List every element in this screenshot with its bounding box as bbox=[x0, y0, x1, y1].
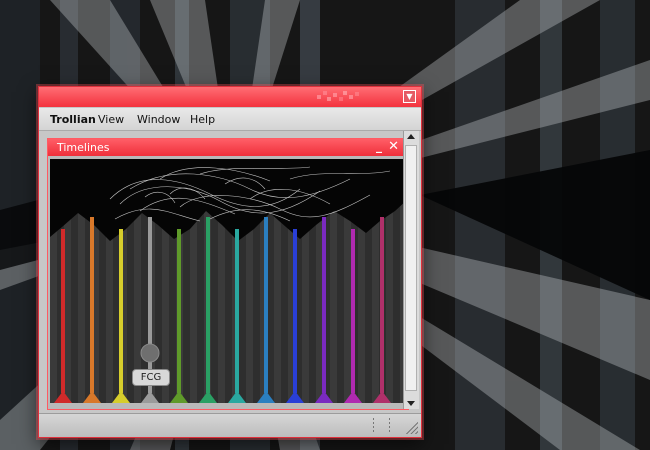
menu-window[interactable]: Window bbox=[137, 113, 180, 126]
status-bar bbox=[39, 413, 421, 437]
timeline-graphic bbox=[50, 159, 408, 403]
timeline-line bbox=[322, 217, 326, 393]
scroll-thumb[interactable] bbox=[405, 145, 417, 391]
menu-help[interactable]: Help bbox=[190, 113, 215, 126]
timeline-line bbox=[351, 229, 355, 393]
timeline-knob bbox=[140, 343, 160, 363]
timeline-line bbox=[235, 229, 239, 393]
titlebar-pixel-pattern bbox=[317, 91, 359, 101]
vertical-scrollbar[interactable] bbox=[403, 131, 419, 409]
timeline-line bbox=[264, 217, 268, 393]
scroll-up-icon[interactable] bbox=[407, 134, 415, 139]
menu-trollian[interactable]: Trollian bbox=[50, 113, 96, 126]
chevron-down-icon: ▼ bbox=[406, 92, 413, 101]
timeline-line bbox=[119, 229, 123, 393]
timeline-line bbox=[380, 217, 384, 393]
window-menu-button[interactable]: ▼ bbox=[403, 90, 416, 103]
resize-grip-icon[interactable] bbox=[406, 422, 418, 434]
timeline-line bbox=[293, 229, 297, 393]
status-separator bbox=[373, 418, 374, 432]
status-separator bbox=[389, 418, 390, 432]
timeline-line bbox=[61, 229, 65, 393]
window-titlebar[interactable]: ▼ bbox=[39, 87, 421, 107]
trollian-window: ▼ Trollian View Window Help Timelines _ … bbox=[38, 86, 422, 438]
timeline-view[interactable]: FCG bbox=[50, 159, 408, 403]
timeline-line bbox=[206, 217, 210, 393]
timeline-line bbox=[148, 217, 152, 393]
scroll-down-icon[interactable] bbox=[407, 401, 415, 406]
panel-title: Timelines bbox=[57, 141, 110, 154]
panel-titlebar[interactable]: Timelines _ ✕ bbox=[48, 139, 408, 156]
menubar: Trollian View Window Help bbox=[39, 108, 421, 131]
minimize-icon[interactable]: _ bbox=[376, 139, 382, 153]
menu-view[interactable]: View bbox=[98, 113, 124, 126]
timeline-line bbox=[177, 229, 181, 393]
selected-timeline-label[interactable]: FCG bbox=[132, 369, 170, 386]
timelines-panel: Timelines _ ✕ FCG bbox=[47, 138, 409, 410]
timeline-line bbox=[90, 217, 94, 393]
close-icon[interactable]: ✕ bbox=[388, 139, 399, 154]
